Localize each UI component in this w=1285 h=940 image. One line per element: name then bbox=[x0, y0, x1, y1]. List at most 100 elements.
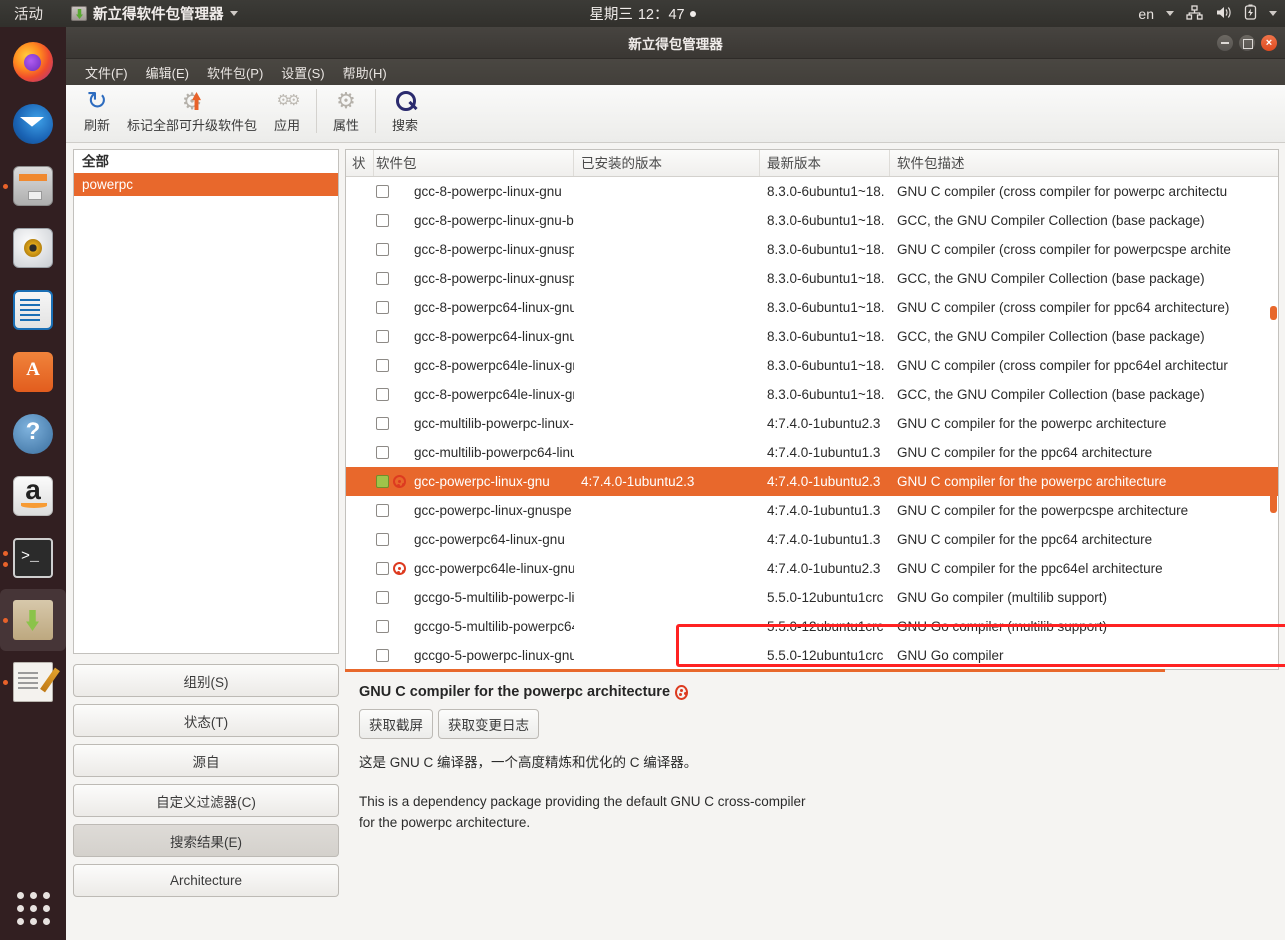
dock-item-text-editor[interactable] bbox=[0, 651, 66, 713]
table-row[interactable]: gcc-powerpc64-linux-gnu4:7.4.0-1ubuntu1.… bbox=[346, 525, 1278, 554]
checkbox-icon[interactable] bbox=[376, 359, 389, 372]
row-package-cell[interactable]: gcc-8-powerpc-linux-gnuspe-b bbox=[374, 271, 574, 286]
row-package-cell[interactable]: gcc-powerpc64-linux-gnu bbox=[374, 532, 574, 547]
show-applications-button[interactable] bbox=[0, 882, 66, 934]
checkbox-icon[interactable] bbox=[376, 620, 389, 633]
properties-button[interactable]: 属性 bbox=[323, 85, 369, 134]
sidebar-button-architecture[interactable]: Architecture bbox=[73, 864, 339, 897]
row-package-cell[interactable]: gcc-8-powerpc64-linux-gnu bbox=[374, 300, 574, 315]
sidebar-button-search-results[interactable]: 搜索结果(E) bbox=[73, 824, 339, 857]
dock-item-rhythmbox[interactable] bbox=[0, 217, 66, 279]
row-package-cell[interactable]: gcc-8-powerpc-linux-gnuspe bbox=[374, 242, 574, 257]
table-row[interactable]: gcc-powerpc-linux-gnuspe4:7.4.0-1ubuntu1… bbox=[346, 496, 1278, 525]
sidebar-button-status[interactable]: 状态(T) bbox=[73, 704, 339, 737]
menu-file[interactable]: 文件(F) bbox=[76, 60, 137, 85]
package-table[interactable]: 状 软件包 已安装的版本 最新版本 软件包描述 gcc-8-powerpc-li… bbox=[345, 149, 1279, 670]
dock-item-amazon[interactable] bbox=[0, 465, 66, 527]
checkbox-icon[interactable] bbox=[376, 504, 389, 517]
checkbox-icon[interactable] bbox=[376, 591, 389, 604]
row-package-cell[interactable]: gcc-multilib-powerpc64-linux- bbox=[374, 445, 574, 460]
table-row[interactable]: gcc-multilib-powerpc64-linux-4:7.4.0-1ub… bbox=[346, 438, 1278, 467]
menu-package[interactable]: 软件包(P) bbox=[198, 60, 272, 85]
table-row[interactable]: gcc-8-powerpc64le-linux-gnu8.3.0-6ubuntu… bbox=[346, 351, 1278, 380]
dock-item-files[interactable] bbox=[0, 155, 66, 217]
checkbox-icon[interactable] bbox=[376, 562, 389, 575]
checkbox-icon[interactable] bbox=[376, 301, 389, 314]
column-header-description[interactable]: 软件包描述 bbox=[890, 150, 1278, 176]
dock-item-synaptic[interactable] bbox=[0, 589, 66, 651]
dock-item-firefox[interactable] bbox=[0, 31, 66, 93]
app-menu-button[interactable]: 新立得软件包管理器 bbox=[71, 3, 238, 24]
checkbox-icon[interactable] bbox=[376, 533, 389, 546]
row-package-cell[interactable]: gccgo-5-multilib-powerpc64-li bbox=[374, 619, 574, 634]
checkbox-checked-icon[interactable] bbox=[376, 475, 389, 488]
refresh-button[interactable]: 刷新 bbox=[74, 85, 120, 134]
row-package-cell[interactable]: gcc-8-powerpc64le-linux-gnu bbox=[374, 358, 574, 373]
checkbox-icon[interactable] bbox=[376, 243, 389, 256]
table-row[interactable]: gcc-8-powerpc-linux-gnuspe8.3.0-6ubuntu1… bbox=[346, 235, 1278, 264]
sidebar-button-origin[interactable]: 源自 bbox=[73, 744, 339, 777]
row-package-cell[interactable]: gcc-8-powerpc64le-linux-gnu-l bbox=[374, 387, 574, 402]
menu-help[interactable]: 帮助(H) bbox=[334, 60, 396, 85]
table-row[interactable]: gcc-8-powerpc64le-linux-gnu-l8.3.0-6ubun… bbox=[346, 380, 1278, 409]
row-package-cell[interactable]: gcc-multilib-powerpc-linux-gn bbox=[374, 416, 574, 431]
menu-edit[interactable]: 编辑(E) bbox=[137, 60, 198, 85]
table-row[interactable]: gcc-8-powerpc-linux-gnu8.3.0-6ubuntu1~18… bbox=[346, 177, 1278, 206]
column-header-status[interactable]: 状 bbox=[346, 150, 374, 176]
sidebar-button-custom-filters[interactable]: 自定义过滤器(C) bbox=[73, 784, 339, 817]
row-package-cell[interactable]: gcc-powerpc-linux-gnu bbox=[374, 474, 574, 489]
column-header-installed-version[interactable]: 已安装的版本 bbox=[574, 150, 760, 176]
table-row[interactable]: gccgo-5-multilib-powerpc64-li5.5.0-12ubu… bbox=[346, 612, 1278, 641]
checkbox-icon[interactable] bbox=[376, 417, 389, 430]
table-row[interactable]: gcc-8-powerpc-linux-gnuspe-b8.3.0-6ubunt… bbox=[346, 264, 1278, 293]
table-row[interactable]: gcc-8-powerpc64-linux-gnu8.3.0-6ubuntu1~… bbox=[346, 293, 1278, 322]
table-row[interactable]: gcc-multilib-powerpc-linux-gn4:7.4.0-1ub… bbox=[346, 409, 1278, 438]
row-package-cell[interactable]: gcc-powerpc64le-linux-gnu bbox=[374, 561, 574, 576]
vertical-scrollbar[interactable] bbox=[1270, 178, 1277, 670]
get-screenshot-button[interactable]: 获取截屏 bbox=[359, 709, 433, 739]
sidebar-button-sections[interactable]: 组别(S) bbox=[73, 664, 339, 697]
dock-item-help[interactable] bbox=[0, 403, 66, 465]
dock-item-terminal[interactable] bbox=[0, 527, 66, 589]
filter-item-powerpc[interactable]: powerpc bbox=[74, 173, 338, 196]
chevron-down-icon[interactable] bbox=[1269, 11, 1277, 16]
checkbox-icon[interactable] bbox=[376, 446, 389, 459]
column-header-package[interactable]: 软件包 bbox=[374, 150, 574, 176]
close-button[interactable]: × bbox=[1261, 35, 1277, 51]
maximize-button[interactable] bbox=[1239, 35, 1255, 51]
checkbox-icon[interactable] bbox=[376, 330, 389, 343]
get-changelog-button[interactable]: 获取变更日志 bbox=[438, 709, 539, 739]
mark-all-upgrades-button[interactable]: 标记全部可升级软件包 bbox=[120, 85, 264, 134]
table-row[interactable]: gccgo-5-powerpc-linux-gnu5.5.0-12ubuntu1… bbox=[346, 641, 1278, 670]
checkbox-icon[interactable] bbox=[376, 214, 389, 227]
table-row[interactable]: gcc-powerpc64le-linux-gnu4:7.4.0-1ubuntu… bbox=[346, 554, 1278, 583]
row-package-cell[interactable]: gcc-8-powerpc-linux-gnu bbox=[374, 184, 574, 199]
activities-button[interactable]: 活动 bbox=[14, 3, 43, 24]
row-package-cell[interactable]: gcc-8-powerpc-linux-gnu-base bbox=[374, 213, 574, 228]
checkbox-icon[interactable] bbox=[376, 272, 389, 285]
dock-item-thunderbird[interactable] bbox=[0, 93, 66, 155]
system-status-area[interactable]: en bbox=[1138, 4, 1277, 23]
filter-list[interactable]: 全部 powerpc bbox=[73, 149, 339, 654]
row-package-cell[interactable]: gccgo-5-multilib-powerpc-linu bbox=[374, 590, 574, 605]
table-row[interactable]: gcc-powerpc-linux-gnu4:7.4.0-1ubuntu2.34… bbox=[346, 467, 1278, 496]
row-package-cell[interactable]: gccgo-5-powerpc-linux-gnu bbox=[374, 648, 574, 663]
checkbox-icon[interactable] bbox=[376, 185, 389, 198]
row-package-cell[interactable]: gcc-powerpc-linux-gnuspe bbox=[374, 503, 574, 518]
table-row[interactable]: gcc-8-powerpc-linux-gnu-base8.3.0-6ubunt… bbox=[346, 206, 1278, 235]
search-button[interactable]: 搜索 bbox=[382, 85, 428, 134]
table-row[interactable]: gcc-8-powerpc64-linux-gnu-ba8.3.0-6ubunt… bbox=[346, 322, 1278, 351]
menu-settings[interactable]: 设置(S) bbox=[272, 60, 333, 85]
keyboard-layout-label[interactable]: en bbox=[1138, 6, 1154, 22]
column-header-latest-version[interactable]: 最新版本 bbox=[760, 150, 890, 176]
checkbox-icon[interactable] bbox=[376, 388, 389, 401]
minimize-button[interactable] bbox=[1217, 35, 1233, 51]
filter-item-all[interactable]: 全部 bbox=[74, 150, 338, 173]
dock-item-libreoffice-writer[interactable] bbox=[0, 279, 66, 341]
dock-item-ubuntu-software[interactable] bbox=[0, 341, 66, 403]
table-row[interactable]: gccgo-5-multilib-powerpc-linu5.5.0-12ubu… bbox=[346, 583, 1278, 612]
clock-button[interactable]: 星期三 12：47 bbox=[513, 3, 773, 24]
checkbox-icon[interactable] bbox=[376, 649, 389, 662]
row-package-cell[interactable]: gcc-8-powerpc64-linux-gnu-ba bbox=[374, 329, 574, 344]
apply-button[interactable]: 应用 bbox=[264, 85, 310, 134]
